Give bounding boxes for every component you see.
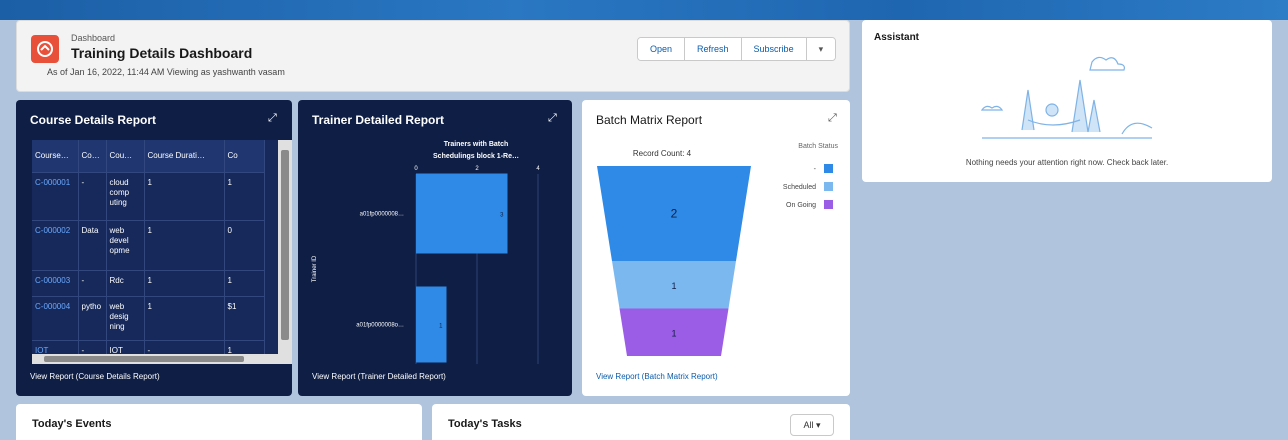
funnel-value-label: 1 — [671, 281, 676, 291]
refresh-button[interactable]: Refresh — [685, 38, 742, 60]
table-cell: web desig ning — [106, 295, 145, 340]
view-trainer-report-link[interactable]: View Report (Trainer Detailed Report) — [312, 372, 446, 381]
table-cell: - — [78, 269, 107, 296]
column-header[interactable]: Cou… — [106, 140, 145, 172]
x-tick-label: 2 — [475, 166, 479, 172]
dashboard-icon — [31, 35, 59, 63]
legend-swatch — [824, 200, 833, 209]
column-header[interactable]: Co… — [78, 140, 107, 172]
y-axis-label: Trainer ID — [312, 255, 318, 282]
todays-tasks-title: Today's Tasks — [448, 418, 522, 430]
table-cell-link[interactable]: C-000004 — [32, 295, 79, 340]
x-tick-label: 0 — [414, 166, 418, 172]
table-cell: pytho — [78, 295, 107, 340]
table-cell: $1 — [224, 295, 265, 340]
table-cell-link[interactable]: C-000002 — [32, 219, 79, 270]
expand-icon[interactable]: ⤢ — [268, 112, 277, 125]
batch-matrix-card: Batch Matrix Report ⤢ Record Count: 4 Bat… — [582, 100, 850, 396]
legend-label: - — [814, 166, 817, 173]
column-header[interactable]: Co — [224, 140, 265, 172]
table-row: C-000001 - cloud comp uting 1 1 — [32, 171, 265, 220]
course-table: Course… Co… Cou… Course Durati… Co C-000… — [32, 140, 265, 361]
dashboard-header: Dashboard Training Details Dashboard As … — [16, 20, 850, 92]
table-row: C-000002 Data web devel opme 1 0 — [32, 219, 265, 270]
table-row: C-000004 pytho web desig ning 1 $1 — [32, 295, 265, 340]
table-cell: 1 — [224, 171, 265, 220]
subscribe-button[interactable]: Subscribe — [741, 38, 807, 60]
column-header[interactable]: Course… — [32, 140, 79, 172]
category-label: a01fp0000008… — [360, 212, 404, 218]
table-cell: web devel opme — [106, 219, 145, 270]
trainer-bar-chart: Trainers with Batch Schedulings block 1-R… — [312, 141, 540, 364]
trainer-report-card: Trainer Detailed Report ⤢ Trainers with … — [298, 100, 572, 396]
table-row: C-000003 - Rdc 1 1 — [32, 269, 265, 296]
top-banner — [0, 0, 1288, 20]
header-eyebrow: Dashboard — [71, 33, 116, 43]
todays-events-title: Today's Events — [32, 418, 112, 430]
table-cell-link[interactable]: C-000001 — [32, 171, 79, 220]
view-course-report-link[interactable]: View Report (Course Details Report) — [30, 372, 160, 381]
chart-title-line: Trainers with Batch — [444, 141, 509, 148]
trainer-report-title: Trainer Detailed Report — [312, 113, 445, 127]
assistant-illustration — [980, 56, 1153, 139]
legend-label: Scheduled — [783, 184, 816, 191]
legend-label: On Going — [786, 202, 816, 209]
expand-icon[interactable]: ⤢ — [548, 112, 557, 125]
expand-icon[interactable]: ⤢ — [828, 112, 837, 125]
table-cell: cloud comp uting — [106, 171, 145, 220]
funnel-value-label: 2 — [671, 207, 678, 221]
batch-report-title: Batch Matrix Report — [596, 113, 703, 127]
todays-tasks-card: Today's Tasks — [432, 404, 850, 440]
table-cell: Rdc — [106, 269, 145, 296]
x-tick-label: 4 — [536, 166, 540, 172]
column-header[interactable]: Course Durati… — [144, 140, 225, 172]
funnel-record-count: Record Count: 4 — [633, 149, 692, 158]
more-actions-button[interactable]: ▾ — [806, 38, 836, 60]
table-cell: 1 — [224, 269, 265, 296]
legend-title: Batch Status — [798, 143, 838, 150]
legend-swatch — [824, 182, 833, 191]
category-label: a01fp0000008o… — [356, 323, 404, 329]
table-cell-link[interactable]: C-000003 — [32, 269, 79, 296]
assistant-panel: Assistant Nothing needs your attention r… — [862, 20, 1272, 182]
table-cell: 1 — [144, 219, 225, 270]
course-details-card: Course Details Report ⤢ Course… Co… Cou…… — [16, 100, 292, 396]
funnel-value-label: 1 — [671, 328, 676, 338]
table-cell: 1 — [144, 171, 225, 220]
assistant-message: Nothing needs your attention right now. … — [965, 158, 1169, 167]
page-title: Training Details Dashboard — [71, 45, 253, 61]
chart-title-line: Schedulings block 1-Re… — [433, 153, 519, 160]
assistant-title: Assistant — [874, 32, 920, 43]
chart-bar — [416, 173, 508, 254]
todays-events-card: Today's Events — [16, 404, 422, 440]
table-cell: 1 — [144, 269, 225, 296]
header-subtitle: As of Jan 16, 2022, 11:44 AM Viewing as … — [47, 67, 285, 77]
table-cell: - — [78, 171, 107, 220]
table-cell: 1 — [144, 295, 225, 340]
view-batch-report-link[interactable]: View Report (Batch Matrix Report) — [596, 372, 718, 381]
horizontal-scrollbar[interactable] — [32, 354, 292, 364]
header-button-group: Open Refresh Subscribe ▾ — [637, 37, 837, 61]
legend-swatch — [824, 164, 833, 173]
course-report-title: Course Details Report — [30, 113, 157, 127]
table-cell: 0 — [224, 219, 265, 270]
vertical-scrollbar[interactable] — [278, 140, 292, 364]
batch-funnel-chart: Record Count: 4 Batch Status - Scheduled On … — [597, 143, 838, 356]
tasks-filter-dropdown[interactable]: All ▾ — [790, 414, 834, 436]
table-cell: Data — [78, 219, 107, 270]
course-table-wrap: Course… Co… Cou… Course Durati… Co C-000… — [32, 140, 292, 364]
open-button[interactable]: Open — [638, 38, 686, 60]
